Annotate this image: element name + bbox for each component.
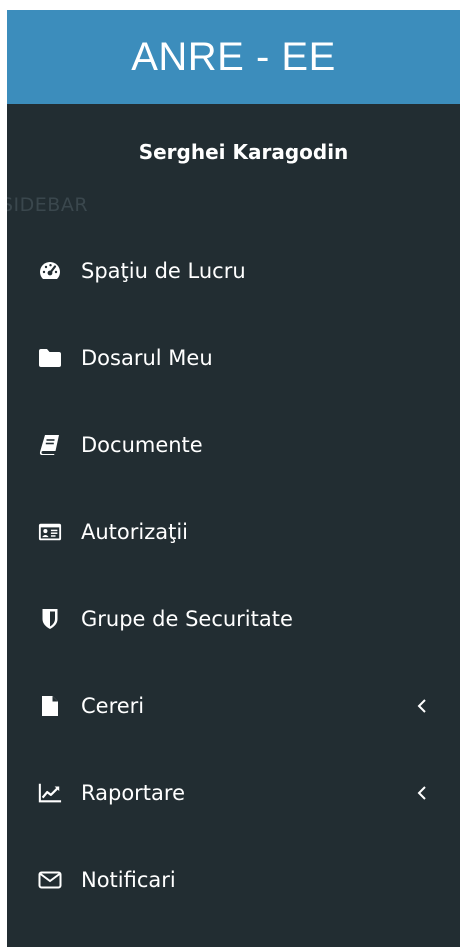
sidebar-item-documente[interactable]: Documente	[7, 401, 460, 488]
file-icon	[38, 695, 62, 717]
envelope-icon	[38, 869, 62, 891]
sidebar-item-notificari[interactable]: Notificari	[7, 836, 460, 923]
chevron-left-icon[interactable]	[416, 698, 428, 714]
sidebar-item-label: Cereri	[81, 693, 145, 718]
brand-logo[interactable]: ANRE - EE	[7, 10, 460, 104]
sidebar-item-label: Raportare	[81, 780, 186, 805]
book-icon	[38, 434, 62, 456]
id-card-icon	[38, 521, 62, 543]
line-chart-icon	[38, 782, 62, 804]
folder-icon	[38, 347, 62, 369]
sidebar-item-spatiu-de-lucru[interactable]: Spaţiu de Lucru	[7, 227, 460, 314]
sidebar-item-cereri[interactable]: Cereri	[7, 662, 460, 749]
sidebar-item-autorizatii[interactable]: Autorizaţii	[7, 488, 460, 575]
user-panel: Serghei Karagodin	[7, 104, 460, 200]
user-name: Serghei Karagodin	[138, 140, 349, 164]
sidebar-item-label: Documente	[81, 432, 203, 457]
shield-icon	[38, 608, 62, 630]
sidebar-item-label: Autorizaţii	[81, 519, 189, 544]
chevron-left-icon[interactable]	[416, 785, 428, 801]
sidebar-menu: Spaţiu de Lucru Dosarul Meu Documente Au…	[7, 227, 460, 923]
sidebar-item-raportare[interactable]: Raportare	[7, 749, 460, 836]
sidebar-item-dosarul-meu[interactable]: Dosarul Meu	[7, 314, 460, 401]
dashboard-icon	[38, 260, 62, 282]
sidebar-item-label: Spaţiu de Lucru	[81, 258, 246, 283]
sidebar-item-label: Notificari	[81, 867, 176, 892]
sidebar-item-grupe-de-securitate[interactable]: Grupe de Securitate	[7, 575, 460, 662]
sidebar-item-label: Dosarul Meu	[81, 345, 213, 370]
sidebar-section-label: SIDEBAR	[7, 194, 89, 216]
sidebar: ANRE - EE Serghei Karagodin SIDEBAR Spaţ…	[7, 10, 460, 947]
sidebar-item-label: Grupe de Securitate	[81, 606, 293, 631]
